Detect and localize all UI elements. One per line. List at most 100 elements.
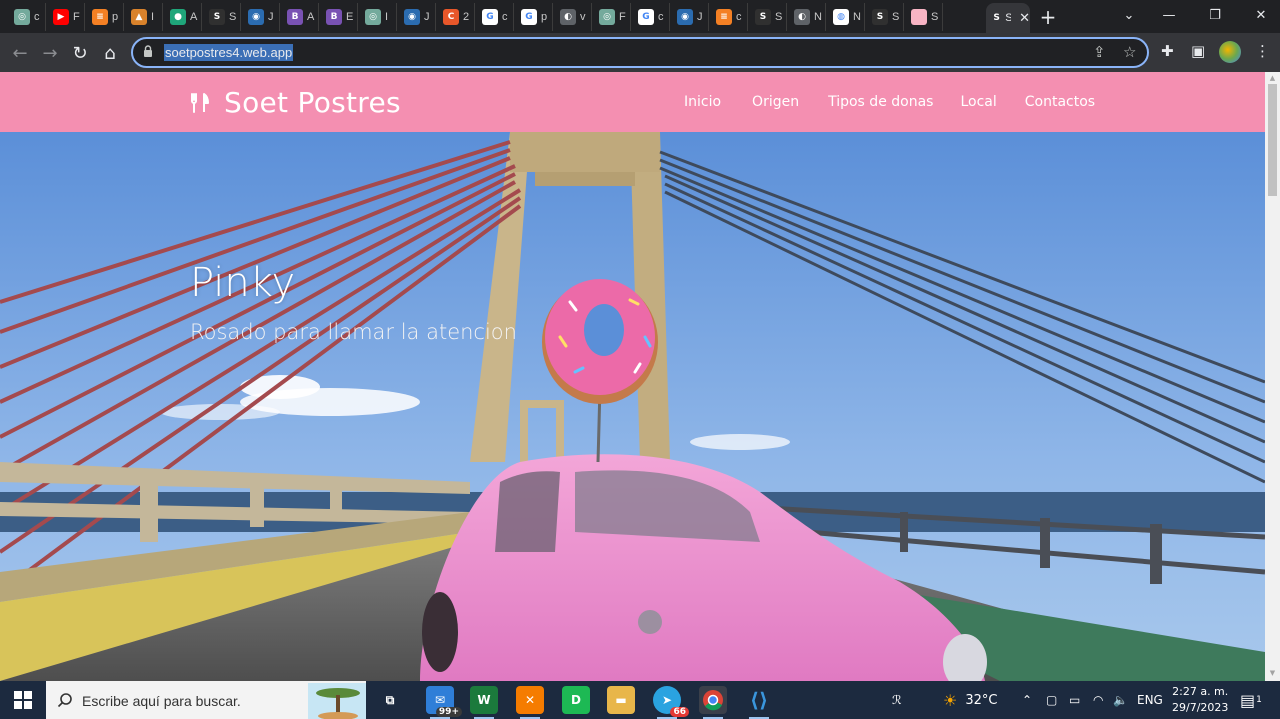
browser-tab[interactable]: SS: [203, 3, 241, 31]
minimize-button[interactable]: —: [1146, 0, 1192, 30]
profile-avatar[interactable]: [1219, 41, 1241, 63]
extensions-icon[interactable]: ✚: [1161, 42, 1174, 60]
page-viewport: Soet Postres Inicio Origen Tipos de dona…: [0, 72, 1265, 681]
browser-tab[interactable]: C2: [437, 3, 475, 31]
mail-app-icon[interactable]: ✉ 99+: [426, 686, 462, 719]
back-button[interactable]: ←: [6, 39, 34, 67]
close-window-button[interactable]: ✕: [1238, 0, 1280, 30]
tab-title: c: [34, 11, 40, 23]
globe-icon: ◐: [560, 9, 576, 25]
bootstrap-icon: B: [326, 9, 342, 25]
volume-icon[interactable]: 🔈: [1113, 681, 1128, 719]
utensils-icon: [191, 92, 209, 113]
browser-tab[interactable]: ◉ J: [242, 3, 280, 31]
hero-carousel-slide: Pinky Rosado para llamar la atencion: [0, 132, 1265, 681]
tab-title: J: [424, 11, 430, 23]
tab-title: p: [541, 11, 548, 23]
browser-tab[interactable]: ◎ F: [593, 3, 631, 31]
browser-tab[interactable]: BA: [281, 3, 319, 31]
browser-tab[interactable]: S S ✕: [986, 3, 1030, 33]
home-button[interactable]: ⌂: [96, 39, 124, 67]
tab-title: A: [190, 11, 198, 23]
notification-center-icon[interactable]: ▤ 1: [1240, 681, 1262, 719]
browser-tab[interactable]: ● A: [164, 3, 202, 31]
browser-tab[interactable]: ≡ c: [710, 3, 748, 31]
browser-toolbar: ← → ↻ ⌂ soetpostres4.web.app ⇪ ☆ ✚ ▣ ⋮: [0, 33, 1280, 72]
browser-tab[interactable]: ◉ J: [398, 3, 436, 31]
side-panel-icon[interactable]: ▣: [1191, 42, 1205, 60]
bootstrap-icon: B: [287, 9, 303, 25]
scroll-down-arrow-icon[interactable]: ▼: [1268, 669, 1277, 677]
browser-tab[interactable]: BE: [320, 3, 358, 31]
taskbar-search-box[interactable]: Escribe aquí para buscar.: [46, 681, 366, 719]
menu-link-inicio[interactable]: Inicio: [684, 94, 721, 110]
page-scrollbar[interactable]: ▲ ▼: [1265, 72, 1280, 681]
chrome-taskbar-icon[interactable]: [699, 686, 727, 719]
devtools-icon: ◉: [677, 9, 693, 25]
weather-widget[interactable]: ☀ 32°C: [943, 681, 997, 719]
browser-tab[interactable]: SS: [866, 3, 904, 31]
address-url[interactable]: soetpostres4.web.app: [164, 44, 294, 61]
menu-link-contactos[interactable]: Contactos: [1025, 94, 1095, 110]
xampp-icon[interactable]: ✕: [516, 686, 544, 719]
google-icon: G: [521, 9, 537, 25]
meet-now-icon[interactable]: ▢: [1046, 681, 1057, 719]
tab-title: A: [307, 11, 315, 23]
language-indicator[interactable]: ENG: [1137, 681, 1163, 719]
task-view-icon[interactable]: ⧉: [376, 686, 404, 714]
tab-title: c: [658, 11, 664, 23]
chrome-icon: ◍: [833, 9, 849, 25]
people-icon[interactable]: ℛ: [892, 681, 902, 719]
browser-tab[interactable]: ◉ J: [671, 3, 709, 31]
address-bar[interactable]: soetpostres4.web.app ⇪ ☆: [131, 37, 1149, 68]
soet-icon: S: [755, 9, 771, 25]
menu-link-tipos-de-donas[interactable]: Tipos de donas: [828, 94, 933, 110]
forward-button[interactable]: →: [36, 39, 64, 67]
browser-tab[interactable]: SS: [749, 3, 787, 31]
browser-tab[interactable]: ◐ v: [554, 3, 592, 31]
lock-icon[interactable]: [143, 45, 153, 58]
pink-square-icon: [911, 9, 927, 25]
menu-link-local[interactable]: Local: [960, 94, 996, 110]
d-app-icon[interactable]: D: [562, 686, 590, 714]
menu-link-origen[interactable]: Origen: [752, 94, 799, 110]
search-highlight-tree-icon: [308, 683, 366, 719]
browser-tab[interactable]: ◍ N: [827, 3, 865, 31]
browser-tab[interactable]: ≡ p: [86, 3, 124, 31]
google-icon: G: [482, 9, 498, 25]
browser-tab[interactable]: ◐ N: [788, 3, 826, 31]
whatsapp-icon[interactable]: W: [470, 686, 498, 719]
browser-tab[interactable]: Gc: [476, 3, 514, 31]
file-explorer-icon[interactable]: ▬: [607, 686, 635, 714]
close-tab-icon[interactable]: ✕: [1019, 11, 1030, 26]
tray-chevron-up-icon[interactable]: ⌃: [1022, 681, 1032, 719]
chatgpt-icon: ◎: [599, 9, 615, 25]
search-placeholder[interactable]: Escribe aquí para buscar.: [82, 693, 241, 709]
browser-tab[interactable]: ▲ I: [125, 3, 163, 31]
wifi-icon[interactable]: ◠: [1093, 681, 1103, 719]
browser-tab[interactable]: Gc: [632, 3, 670, 31]
devtools-icon: ◉: [248, 9, 264, 25]
telegram-icon[interactable]: ➤ 66: [653, 686, 689, 719]
tab-title: I: [385, 11, 389, 23]
restore-button[interactable]: ❐: [1192, 0, 1238, 30]
browser-tab[interactable]: ◎ c: [8, 3, 46, 31]
scroll-up-arrow-icon[interactable]: ▲: [1268, 74, 1277, 82]
chrome-menu-icon[interactable]: ⋮: [1255, 42, 1270, 60]
taskbar-clock[interactable]: 2:27 a. m. 29/7/2023: [1172, 684, 1228, 716]
browser-tab[interactable]: ◎ I: [359, 3, 397, 31]
browser-tab[interactable]: ▶ F: [47, 3, 85, 31]
share-icon[interactable]: ⇪: [1093, 43, 1106, 61]
site-title[interactable]: Soet Postres: [224, 86, 401, 119]
reload-button[interactable]: ↻: [66, 39, 94, 67]
bookmark-star-icon[interactable]: ☆: [1123, 43, 1136, 61]
browser-tab[interactable]: S: [905, 3, 943, 31]
new-tab-button[interactable]: +: [1036, 5, 1060, 29]
site-brand[interactable]: Soet Postres: [190, 86, 401, 119]
browser-tab[interactable]: Gp: [515, 3, 553, 31]
start-button[interactable]: [0, 681, 46, 719]
vscode-icon[interactable]: ⟨⟩: [745, 686, 773, 719]
battery-icon[interactable]: ▭: [1069, 681, 1080, 719]
scrollbar-thumb[interactable]: [1268, 84, 1277, 196]
tab-title: v: [580, 11, 586, 23]
